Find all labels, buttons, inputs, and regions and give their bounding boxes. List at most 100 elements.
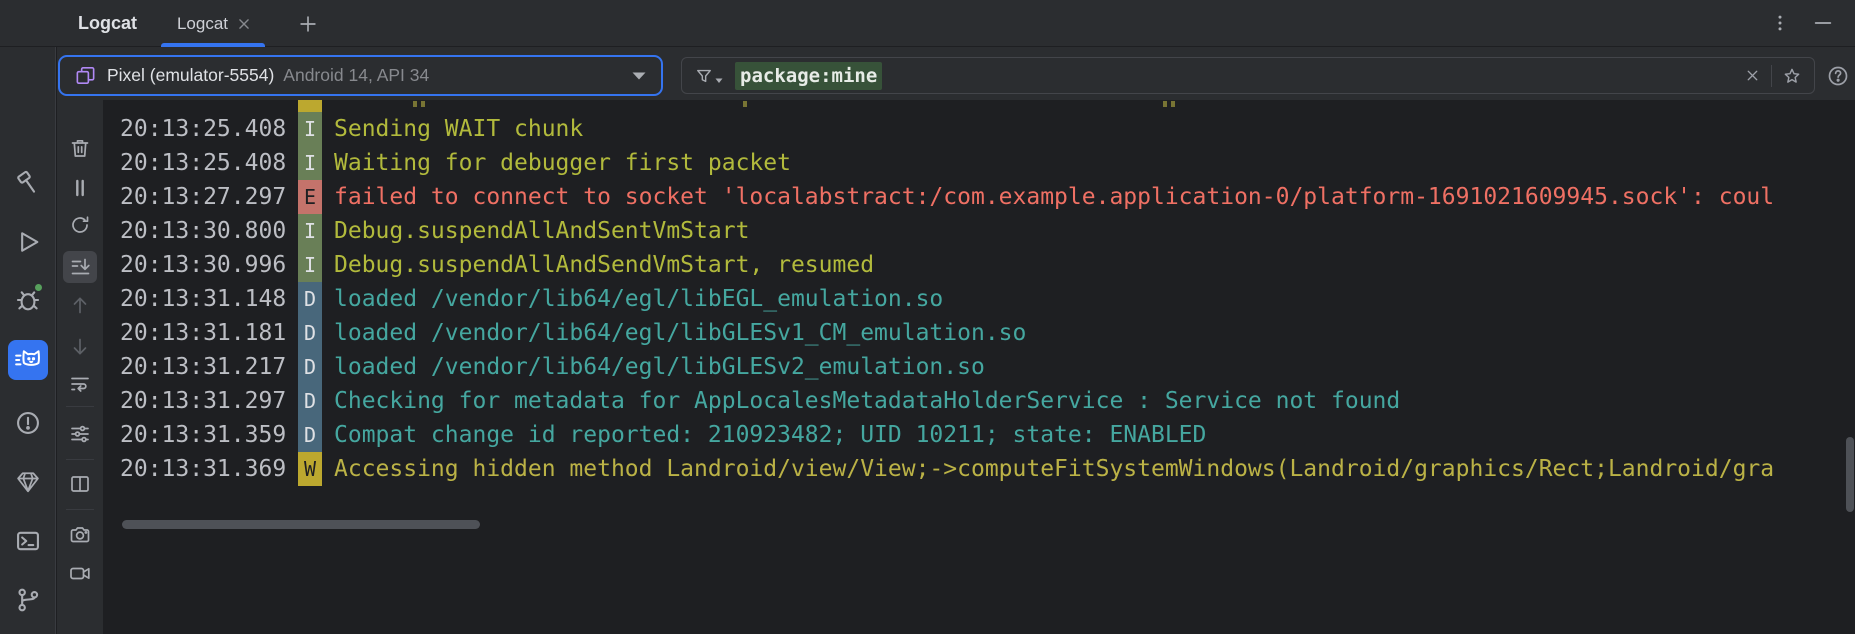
log-row[interactable]: 20:13:30.996 I Debug.suspendAllAndSendVm…: [103, 248, 1855, 282]
clipped-log-text: [743, 101, 747, 107]
restart-icon[interactable]: [63, 209, 97, 241]
log-level-badge: D: [298, 316, 322, 350]
vertical-scrollbar[interactable]: [1846, 437, 1854, 512]
tool-window-header: Logcat Logcat: [0, 0, 1855, 47]
tool-window-stripe: [0, 47, 56, 634]
star-icon[interactable]: [1782, 66, 1802, 86]
clipped-log-text: [421, 101, 425, 107]
terminal-icon[interactable]: [10, 523, 46, 559]
log-level-badge: I: [298, 146, 322, 180]
log-row[interactable]: 20:13:31.369 W Accessing hidden method L…: [103, 452, 1855, 486]
logcat-top-toolbar: Pixel (emulator-5554) Android 14, API 34…: [57, 47, 1855, 100]
log-level-badge: D: [298, 350, 322, 384]
split-icon[interactable]: [63, 468, 97, 500]
log-level-badge: D: [298, 384, 322, 418]
clipped-log-text: [1163, 101, 1167, 107]
log-level-badge: I: [298, 112, 322, 146]
log-message: Waiting for debugger first packet: [334, 150, 791, 176]
log-level-badge: D: [298, 282, 322, 316]
log-rows: 20:13:25.408 I Sending WAIT chunk 20:13:…: [103, 112, 1855, 486]
filter-field-controls: [1744, 65, 1802, 87]
log-level-badge: W: [298, 452, 322, 486]
kebab-menu-icon[interactable]: [1765, 6, 1795, 40]
log-row[interactable]: 20:13:27.297 E failed to connect to sock…: [103, 180, 1855, 214]
log-row[interactable]: 20:13:31.297 D Checking for metadata for…: [103, 384, 1855, 418]
log-level-badge: I: [298, 248, 322, 282]
log-time: 20:13:27.297: [120, 184, 286, 210]
log-row[interactable]: 20:13:30.800 I Debug.suspendAllAndSentVm…: [103, 214, 1855, 248]
close-icon[interactable]: [1744, 67, 1761, 84]
arrow-up-icon[interactable]: [63, 289, 97, 321]
tab-logcat[interactable]: Logcat: [163, 0, 265, 47]
log-message: Compat change id reported: 210923482; UI…: [334, 422, 1206, 448]
log-row[interactable]: 20:13:31.359 D Compat change id reported…: [103, 418, 1855, 452]
log-time: 20:13:31.148: [120, 286, 286, 312]
pause-icon[interactable]: [63, 172, 97, 204]
logcat-filter-input[interactable]: package:mine: [681, 57, 1815, 94]
log-row[interactable]: 20:13:25.408 I Sending WAIT chunk: [103, 112, 1855, 146]
logcat-cat-icon[interactable]: [8, 340, 48, 380]
device-name: Pixel (emulator-5554): [107, 65, 274, 86]
scroll-to-end-icon[interactable]: [63, 251, 97, 283]
log-message: failed to connect to socket 'localabstra…: [334, 184, 1774, 210]
play-icon[interactable]: [10, 224, 46, 260]
log-level-badge: I: [298, 214, 322, 248]
log-message: loaded /vendor/lib64/egl/libGLESv2_emula…: [334, 354, 985, 380]
toolbar-separator: [66, 509, 94, 510]
arrow-down-icon[interactable]: [63, 331, 97, 363]
log-time: 20:13:31.181: [120, 320, 286, 346]
trash-icon[interactable]: [63, 132, 97, 164]
device-selector[interactable]: Pixel (emulator-5554) Android 14, API 34: [58, 55, 663, 96]
toolbar-separator: [66, 406, 94, 407]
log-message: Checking for metadata for AppLocalesMeta…: [334, 388, 1400, 414]
git-branch-icon[interactable]: [10, 582, 46, 618]
gem-icon[interactable]: [10, 464, 46, 500]
hammer-icon[interactable]: [10, 165, 46, 201]
help-icon[interactable]: [1821, 59, 1855, 93]
log-level-badge: E: [298, 180, 322, 214]
log-message: loaded /vendor/lib64/egl/libGLESv1_CM_em…: [334, 320, 1026, 346]
log-message: Debug.suspendAllAndSendVmStart, resumed: [334, 252, 874, 278]
toolbar-separator: [66, 459, 94, 460]
log-row[interactable]: 20:13:31.148 D loaded /vendor/lib64/egl/…: [103, 282, 1855, 316]
log-row[interactable]: 20:13:31.181 D loaded /vendor/lib64/egl/…: [103, 316, 1855, 350]
log-message: Accessing hidden method Landroid/view/Vi…: [334, 456, 1774, 482]
horizontal-scrollbar[interactable]: [122, 520, 480, 529]
log-row[interactable]: 20:13:25.408 I Waiting for debugger firs…: [103, 146, 1855, 180]
tool-window-title: Logcat: [78, 0, 137, 47]
filter-funnel-icon[interactable]: [694, 66, 723, 86]
clipped-log-row: [103, 100, 1855, 112]
logcat-action-toolbar: [57, 100, 103, 634]
filter-query-text: package:mine: [735, 62, 882, 90]
clipped-log-text: [1171, 101, 1175, 107]
minimize-icon[interactable]: [1806, 6, 1840, 40]
clipped-log-text: [413, 101, 417, 107]
log-time: 20:13:31.217: [120, 354, 286, 380]
log-output: 20:13:25.408 I Sending WAIT chunk 20:13:…: [103, 100, 1855, 634]
log-level-badge: D: [298, 418, 322, 452]
exclamation-circle-icon[interactable]: [10, 405, 46, 441]
log-row[interactable]: 20:13:31.217 D loaded /vendor/lib64/egl/…: [103, 350, 1855, 384]
tab-label: Logcat: [177, 14, 228, 34]
log-message: Sending WAIT chunk: [334, 116, 583, 142]
bug-icon[interactable]: [10, 282, 46, 318]
log-time: 20:13:25.408: [120, 150, 286, 176]
vertical-divider: [1771, 65, 1772, 87]
log-time: 20:13:30.996: [120, 252, 286, 278]
log-time: 20:13:25.408: [120, 116, 286, 142]
log-message: loaded /vendor/lib64/egl/libEGL_emulatio…: [334, 286, 943, 312]
video-camera-icon[interactable]: [63, 557, 97, 589]
log-time: 20:13:30.800: [120, 218, 286, 244]
debug-running-dot: [33, 282, 44, 293]
chevron-down-icon: [631, 71, 647, 81]
logcat-tool-window: Logcat Logcat: [0, 0, 1855, 634]
log-message: Debug.suspendAllAndSentVmStart: [334, 218, 749, 244]
log-time: 20:13:31.297: [120, 388, 286, 414]
sliders-icon[interactable]: [63, 418, 97, 450]
soft-wrap-icon[interactable]: [63, 368, 97, 400]
plus-icon[interactable]: [291, 7, 325, 41]
log-time: 20:13:31.359: [120, 422, 286, 448]
close-icon[interactable]: [237, 17, 251, 31]
camera-icon[interactable]: [63, 519, 97, 551]
device-details: Android 14, API 34: [283, 65, 429, 86]
